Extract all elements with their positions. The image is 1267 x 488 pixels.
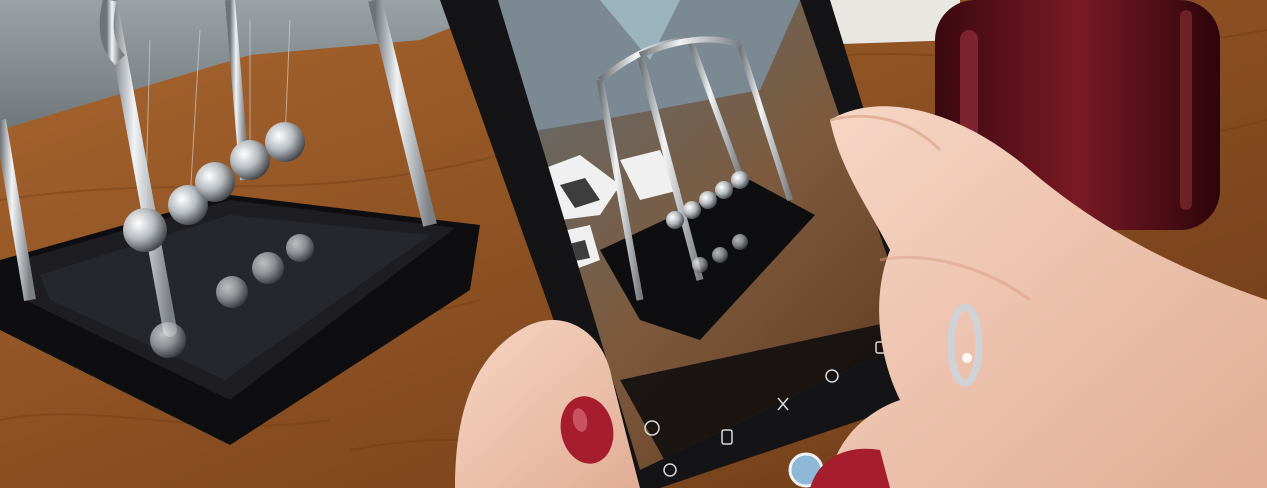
photo-illustration [0, 0, 1267, 488]
photo-scene [0, 0, 1267, 488]
